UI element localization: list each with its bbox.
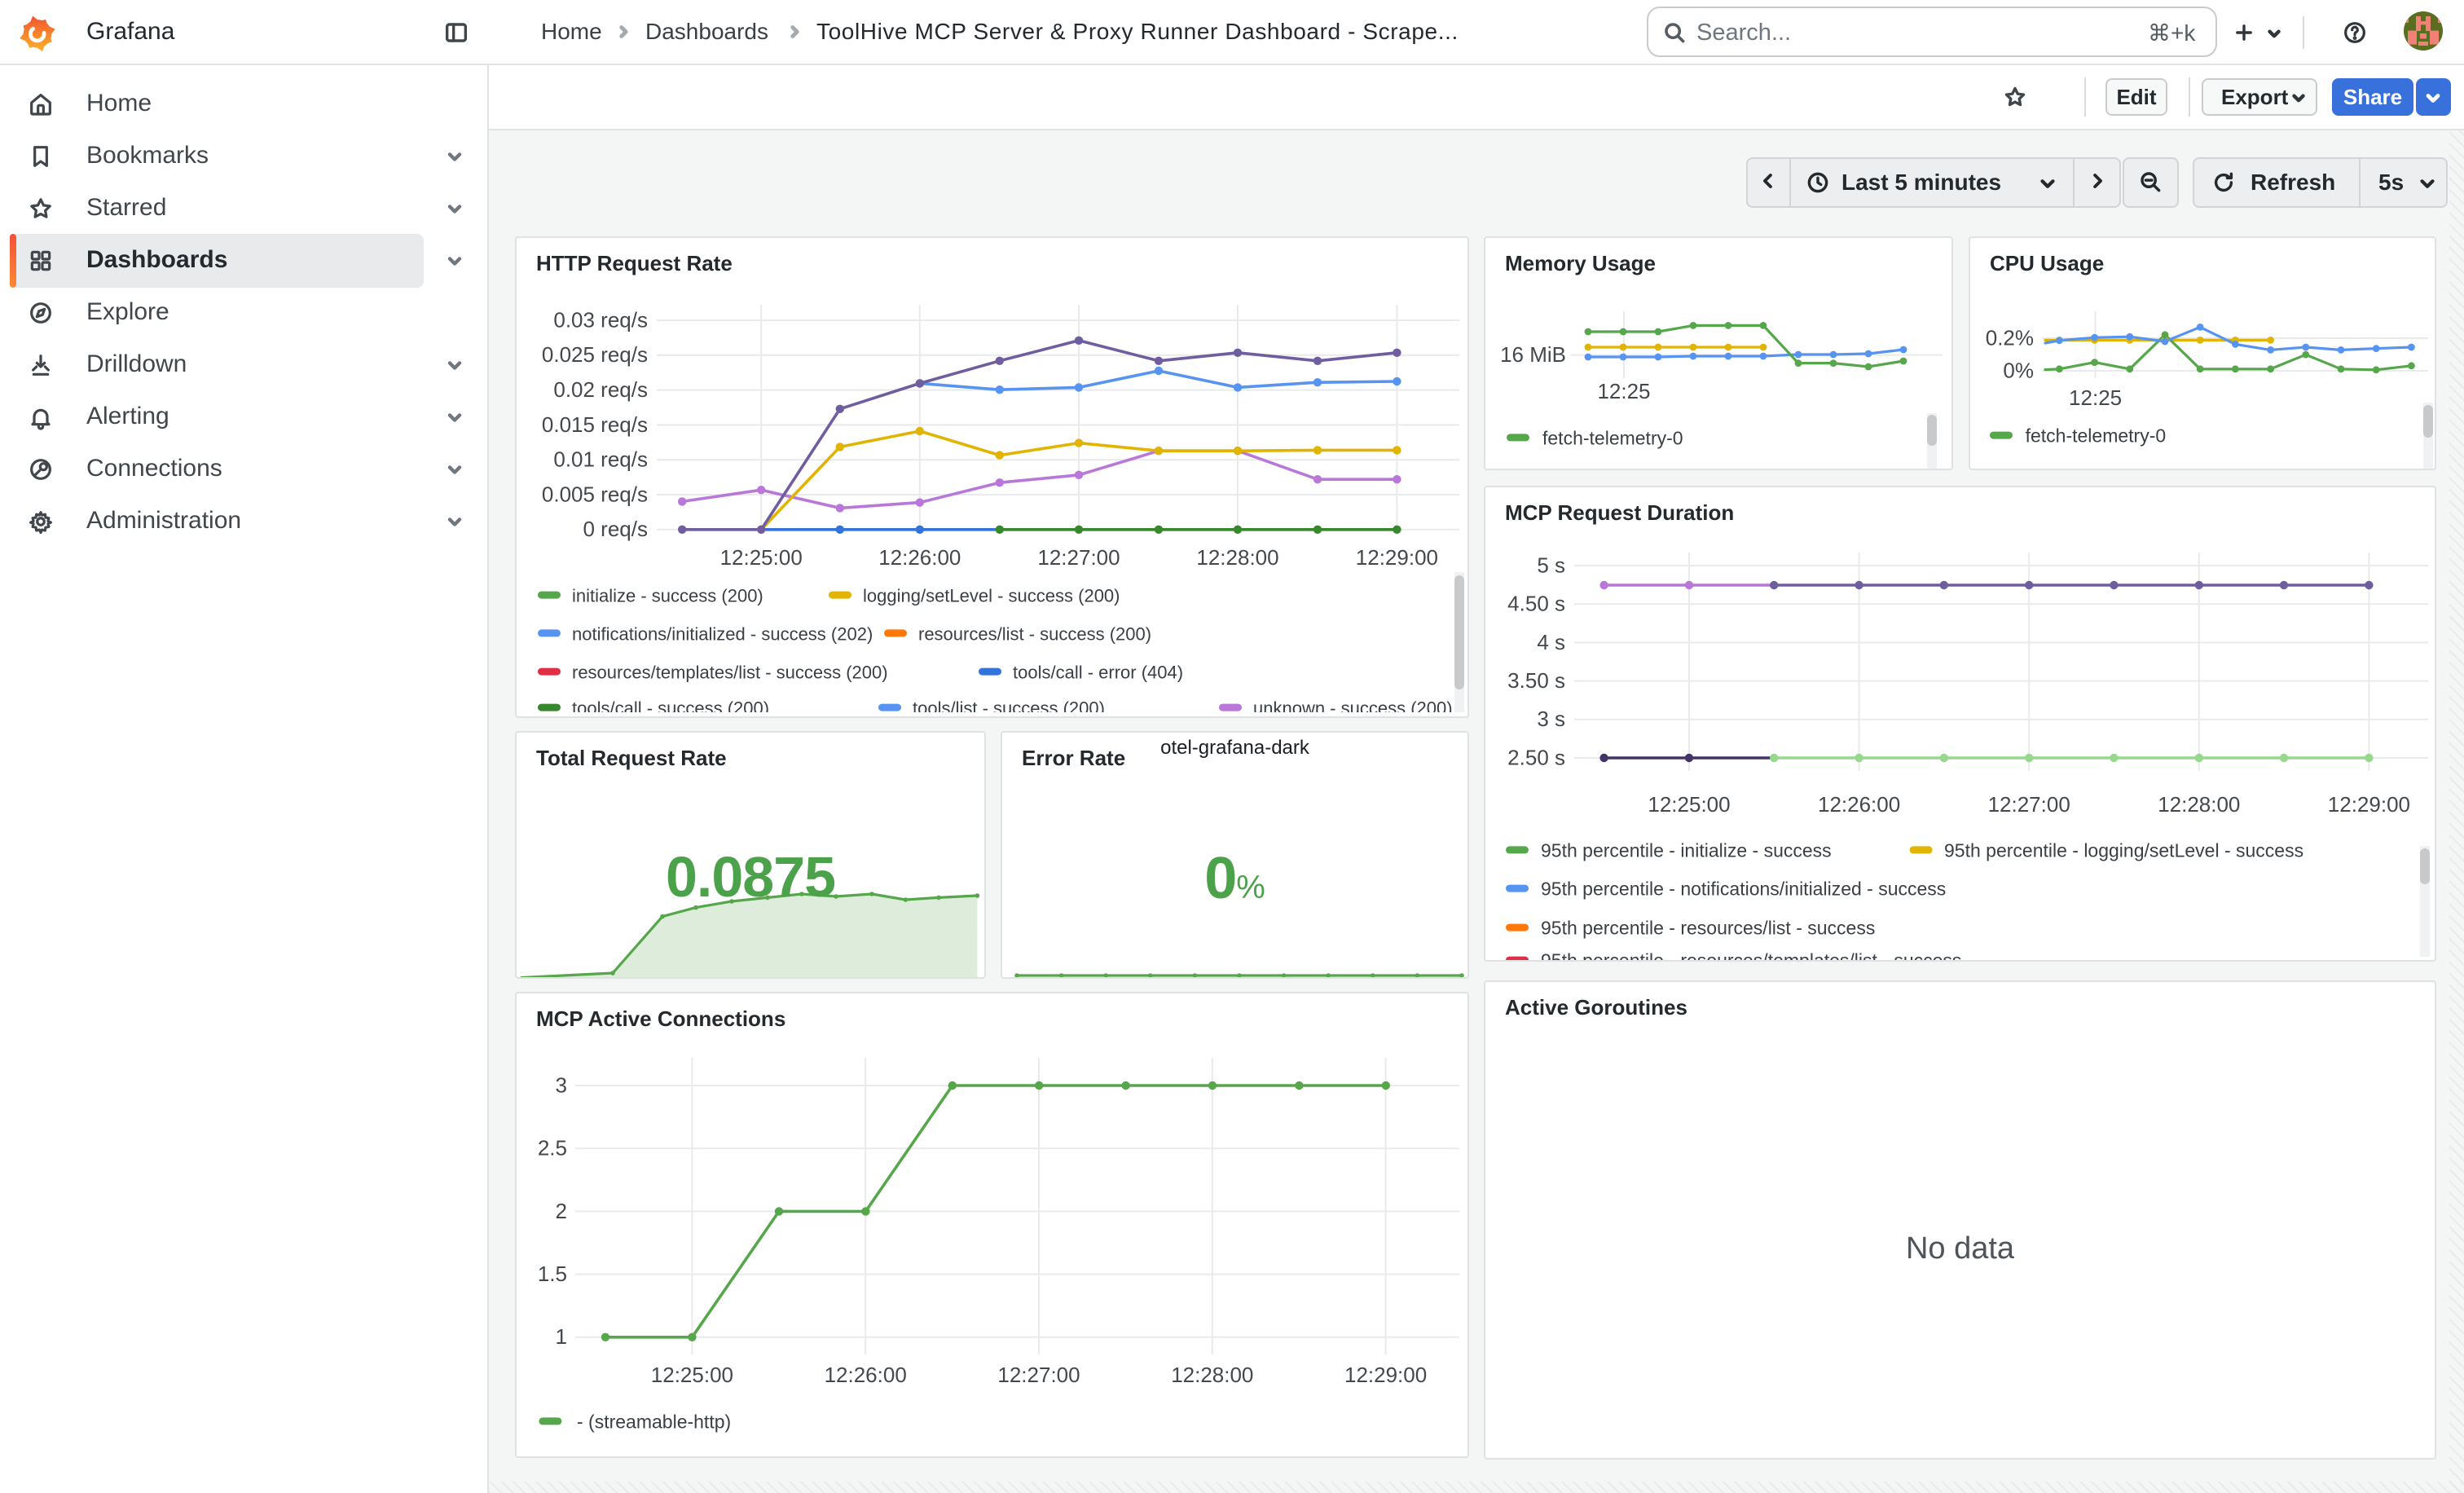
svg-text:95th percentile - logging/setL: 95th percentile - logging/setLevel - suc… bbox=[1944, 839, 2303, 861]
svg-text:2.50 s: 2.50 s bbox=[1507, 745, 1565, 769]
svg-text:tools/call - error (404): tools/call - error (404) bbox=[1013, 662, 1183, 682]
svg-text:0.01 req/s: 0.01 req/s bbox=[553, 447, 648, 472]
svg-text:1: 1 bbox=[556, 1324, 567, 1349]
svg-text:4 s: 4 s bbox=[1537, 630, 1565, 654]
svg-text:12:27:00: 12:27:00 bbox=[1037, 545, 1120, 570]
svg-text:12:28:00: 12:28:00 bbox=[1171, 1363, 1253, 1387]
svg-text:12:29:00: 12:29:00 bbox=[1344, 1363, 1427, 1387]
svg-text:tools/list - success (200): tools/list - success (200) bbox=[913, 698, 1105, 712]
svg-text:initialize - success (200): initialize - success (200) bbox=[572, 585, 763, 606]
svg-text:12:29:00: 12:29:00 bbox=[2328, 792, 2410, 817]
svg-text:12:25: 12:25 bbox=[1597, 379, 1650, 403]
svg-text:12:26:00: 12:26:00 bbox=[1818, 792, 1900, 817]
svg-text:12:29:00: 12:29:00 bbox=[1356, 545, 1438, 570]
svg-text:0.025 req/s: 0.025 req/s bbox=[542, 342, 648, 367]
svg-text:2: 2 bbox=[556, 1199, 567, 1223]
svg-text:12:27:00: 12:27:00 bbox=[1988, 792, 2070, 817]
svg-text:logging/setLevel - success (20: logging/setLevel - success (200) bbox=[863, 585, 1120, 606]
svg-text:12:25:00: 12:25:00 bbox=[651, 1363, 733, 1387]
svg-text:- (streamable-http): - (streamable-http) bbox=[577, 1411, 731, 1432]
svg-text:12:25:00: 12:25:00 bbox=[1648, 792, 1730, 817]
svg-text:tools/call - success (200): tools/call - success (200) bbox=[572, 698, 769, 712]
svg-text:2.5: 2.5 bbox=[538, 1136, 567, 1160]
svg-text:12:28:00: 12:28:00 bbox=[2158, 792, 2240, 817]
svg-text:12:26:00: 12:26:00 bbox=[825, 1363, 907, 1387]
svg-text:resources/list - success (200): resources/list - success (200) bbox=[918, 623, 1151, 644]
svg-text:unknown - success (200): unknown - success (200) bbox=[1253, 698, 1453, 712]
svg-text:95th percentile - notification: 95th percentile - notifications/initiali… bbox=[1541, 878, 1946, 899]
svg-text:notifications/initialized - su: notifications/initialized - success (202… bbox=[572, 623, 873, 644]
svg-text:95th percentile - resources/te: 95th percentile - resources/templates/li… bbox=[1541, 949, 1961, 962]
svg-text:4.50 s: 4.50 s bbox=[1507, 592, 1565, 616]
svg-text:0.02 req/s: 0.02 req/s bbox=[553, 377, 648, 402]
svg-text:fetch-telemetry-0: fetch-telemetry-0 bbox=[1542, 427, 1683, 448]
svg-text:0.005 req/s: 0.005 req/s bbox=[542, 482, 648, 506]
svg-text:3 s: 3 s bbox=[1537, 707, 1565, 731]
svg-text:0.03 req/s: 0.03 req/s bbox=[553, 307, 648, 332]
svg-text:12:27:00: 12:27:00 bbox=[997, 1363, 1080, 1387]
svg-text:3: 3 bbox=[556, 1072, 567, 1097]
svg-text:0 req/s: 0 req/s bbox=[583, 517, 649, 541]
svg-text:16 MiB: 16 MiB bbox=[1500, 342, 1566, 367]
svg-text:1.5: 1.5 bbox=[538, 1262, 567, 1286]
svg-text:resources/templates/list - suc: resources/templates/list - success (200) bbox=[572, 662, 888, 682]
svg-text:95th percentile - resources/li: 95th percentile - resources/list - succe… bbox=[1541, 917, 1875, 938]
svg-text:fetch-telemetry-0: fetch-telemetry-0 bbox=[2026, 425, 2167, 446]
svg-text:0.2%: 0.2% bbox=[1986, 325, 2034, 350]
svg-text:95th percentile - initialize -: 95th percentile - initialize - success bbox=[1541, 839, 1832, 861]
svg-text:12:25:00: 12:25:00 bbox=[720, 545, 803, 570]
svg-text:12:28:00: 12:28:00 bbox=[1196, 545, 1278, 570]
svg-text:12:25: 12:25 bbox=[2069, 385, 2122, 410]
svg-text:5 s: 5 s bbox=[1537, 553, 1565, 577]
svg-text:0.015 req/s: 0.015 req/s bbox=[542, 412, 648, 437]
svg-text:0%: 0% bbox=[2003, 358, 2034, 382]
svg-text:12:26:00: 12:26:00 bbox=[878, 545, 961, 570]
svg-text:3.50 s: 3.50 s bbox=[1507, 668, 1565, 693]
